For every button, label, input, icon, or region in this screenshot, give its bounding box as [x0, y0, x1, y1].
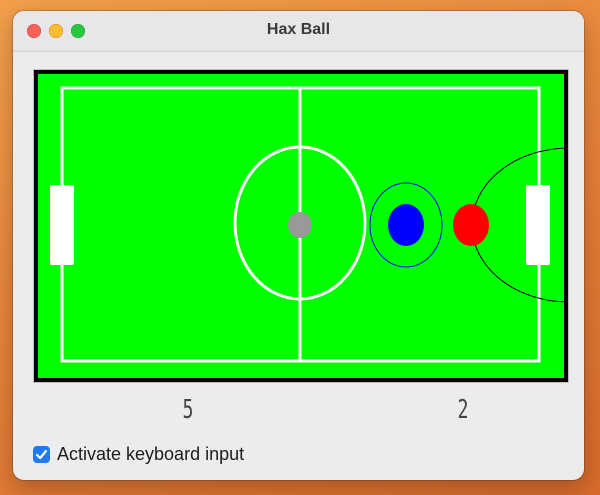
ball — [288, 212, 312, 238]
window-title: Hax Ball — [266, 21, 331, 38]
title-bar: Hax Ball — [13, 11, 584, 52]
keyboard-input-toggle[interactable]: Activate keyboard input — [33, 443, 244, 465]
left-team-score: 5 — [182, 395, 194, 425]
app-window: Hax Ball 5 2 Activate keyboard input — [13, 11, 584, 480]
game-field-panel — [33, 69, 569, 383]
game-field — [34, 70, 568, 382]
checkmark-icon — [35, 449, 48, 459]
keyboard-input-label: Activate keyboard input — [57, 443, 245, 464]
right-goal — [526, 185, 550, 265]
keyboard-input-checkbox[interactable] — [33, 445, 50, 463]
red-player — [453, 204, 489, 246]
left-goal — [50, 185, 74, 265]
right-team-score: 2 — [457, 395, 469, 425]
blue-player — [388, 204, 424, 246]
